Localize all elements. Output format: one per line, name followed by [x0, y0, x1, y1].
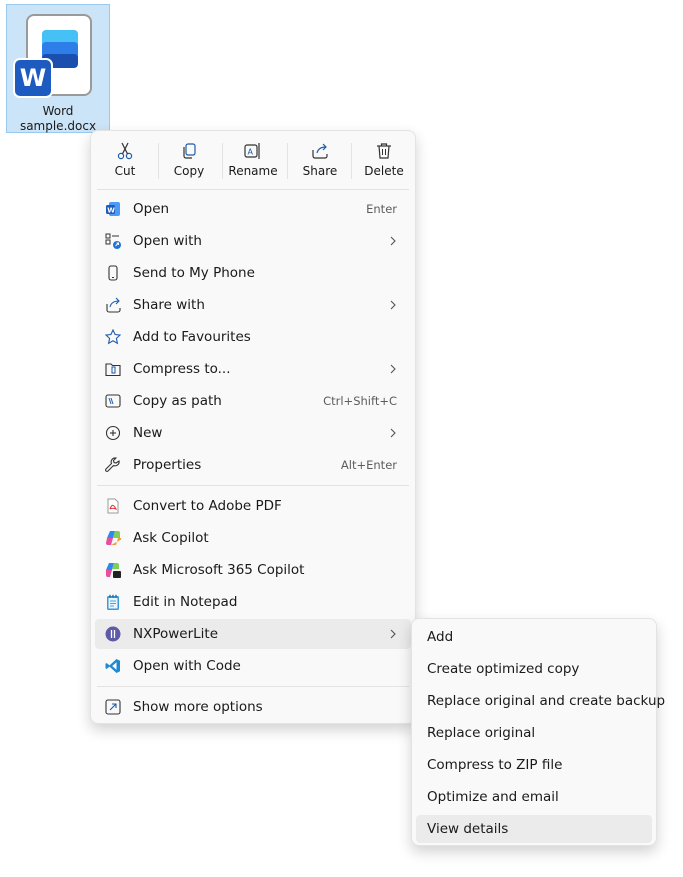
submenu-item-replace-original-and-backup[interactable]: Replace original and create backup: [416, 687, 665, 715]
word-icon: W: [106, 202, 120, 216]
chevron-right-icon: [390, 300, 396, 310]
file-icon-word-sample[interactable]: W Word sample.docx: [6, 4, 110, 133]
cut-button[interactable]: Cut: [94, 137, 156, 183]
copy-path-icon: [105, 394, 121, 408]
external-icon: [105, 699, 121, 715]
menu-item-show-more-options[interactable]: Show more options: [95, 692, 411, 722]
menu-item-ask-m365-copilot[interactable]: Ask Microsoft 365 Copilot: [95, 555, 411, 585]
chevron-right-icon: [390, 236, 396, 246]
rename-icon: A: [244, 143, 260, 159]
scissors-icon: [117, 142, 133, 160]
menu-item-share-with[interactable]: Share with: [95, 290, 411, 320]
menu-item-nxpowerlite[interactable]: NXPowerLite: [95, 619, 411, 649]
menu-item-open-with-code[interactable]: Open with Code: [95, 651, 411, 681]
svg-text:A: A: [248, 148, 254, 157]
chevron-right-icon: [390, 629, 396, 639]
share-with-icon: [106, 297, 121, 313]
menu-item-open[interactable]: W Open Enter: [95, 194, 411, 224]
m365-copilot-icon: [105, 563, 121, 578]
menu-item-copy-as-path[interactable]: Copy as path Ctrl+Shift+C: [95, 386, 411, 416]
copy-button[interactable]: Copy: [158, 137, 220, 183]
nxpowerlite-icon: [105, 626, 121, 642]
copy-icon: [183, 143, 196, 159]
adobe-pdf-icon: [107, 498, 119, 514]
submenu-item-create-optimized-copy[interactable]: Create optimized copy: [416, 655, 652, 683]
submenu-item-compress-to-zip[interactable]: Compress to ZIP file: [416, 751, 652, 779]
submenu-item-optimize-and-email[interactable]: Optimize and email: [416, 783, 652, 811]
menu-item-properties[interactable]: Properties Alt+Enter: [95, 450, 411, 480]
menu-item-open-with[interactable]: Open with: [95, 226, 411, 256]
svg-text:W: W: [107, 206, 115, 214]
context-menu: Cut Copy A Rename Share Delete W Open En…: [90, 130, 416, 724]
menu-item-convert-to-adobe-pdf[interactable]: Convert to Adobe PDF: [95, 491, 411, 521]
open-with-icon: [105, 233, 121, 249]
rename-button[interactable]: A Rename: [222, 137, 284, 183]
file-name-label: Word sample.docx: [19, 104, 97, 133]
menu-item-send-to-phone[interactable]: Send to My Phone: [95, 258, 411, 288]
plus-circle-icon: [105, 425, 121, 441]
submenu-item-view-details[interactable]: View details: [416, 815, 652, 843]
trash-icon: [377, 143, 391, 159]
nxpowerlite-submenu: Add Create optimized copy Replace origin…: [411, 618, 665, 846]
phone-icon: [108, 265, 118, 281]
menu-item-ask-copilot[interactable]: Ask Copilot: [95, 523, 411, 553]
vscode-icon: [105, 659, 120, 673]
share-button[interactable]: Share: [289, 137, 351, 183]
chevron-right-icon: [390, 428, 396, 438]
delete-button[interactable]: Delete: [353, 137, 415, 183]
zip-icon: [105, 363, 121, 377]
context-menu-toolbar: Cut Copy A Rename Share Delete: [91, 131, 415, 187]
wrench-icon: [105, 457, 120, 472]
submenu-item-add[interactable]: Add: [416, 623, 652, 651]
copilot-icon: [106, 531, 121, 545]
word-badge-icon: W: [13, 58, 53, 98]
menu-item-add-to-favourites[interactable]: Add to Favourites: [95, 322, 411, 352]
menu-item-new[interactable]: New: [95, 418, 411, 448]
star-icon: [105, 329, 121, 345]
notepad-icon: [107, 594, 119, 610]
submenu-item-replace-original[interactable]: Replace original: [416, 719, 652, 747]
menu-item-edit-in-notepad[interactable]: Edit in Notepad: [95, 587, 411, 617]
menu-item-compress-to[interactable]: Compress to...: [95, 354, 411, 384]
chevron-right-icon: [390, 364, 396, 374]
share-icon: [312, 143, 328, 159]
